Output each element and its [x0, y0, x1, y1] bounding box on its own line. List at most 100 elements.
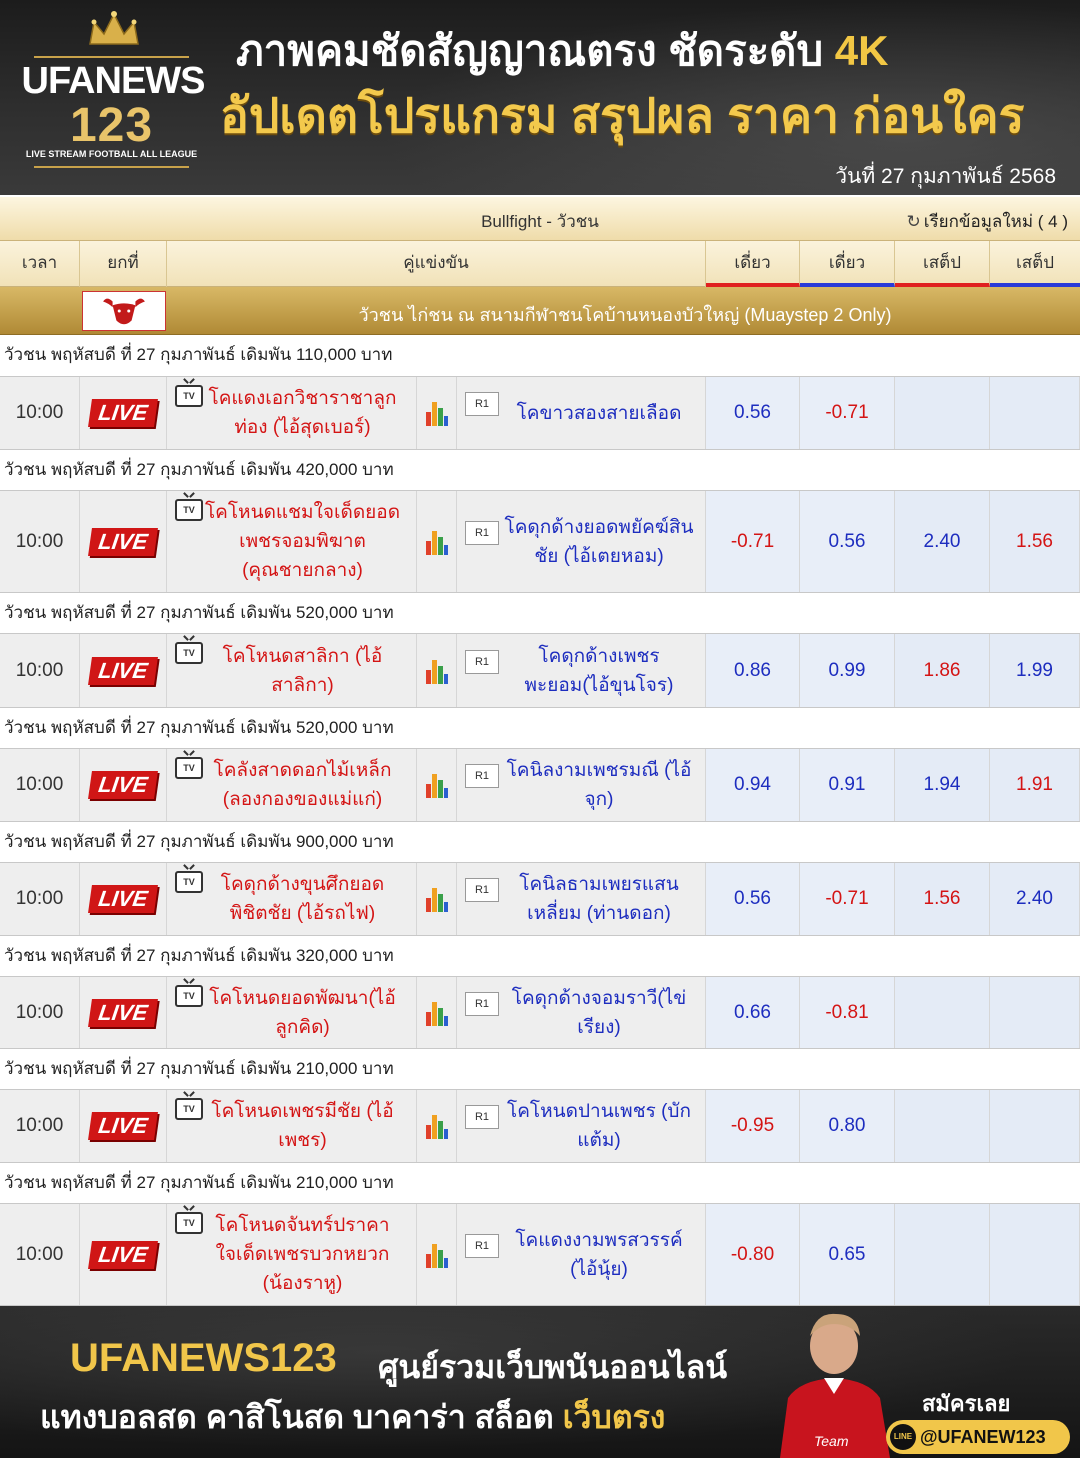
headline-sub: อัปเดตโปรแกรม สรุปผล ราคา ก่อนใคร — [220, 90, 1025, 143]
stats-chart-icon[interactable] — [425, 658, 448, 684]
live-button[interactable]: LIVE — [88, 656, 158, 685]
tv-icon[interactable]: TV — [175, 871, 203, 893]
away-team-name[interactable]: โคขาวสองสายเลือด — [501, 377, 697, 449]
odd-single-1[interactable]: 0.66 — [706, 977, 800, 1048]
odd-single-2[interactable]: 0.56 — [800, 491, 895, 592]
home-team-name[interactable]: โคลังสาดดอกไม้เหล็ก (ลองกองของแม่แก่) — [203, 749, 402, 821]
odd-single-2[interactable]: 0.99 — [800, 634, 895, 707]
home-team-name[interactable]: โคดุกด้างขุนศึกยอดพิชิตชัย (ไอ้รถไฟ) — [203, 863, 402, 935]
odd-single-2[interactable]: 0.80 — [800, 1090, 895, 1162]
odd-single-2[interactable]: -0.71 — [800, 377, 895, 449]
live-button[interactable]: LIVE — [88, 998, 158, 1027]
match-group-label: วัวชน พฤหัสบดี ที่ 27 กุมภาพันธ์ เดิมพัน… — [0, 450, 1080, 490]
odd-step-1[interactable]: 1.86 — [895, 634, 990, 707]
tv-icon[interactable]: TV — [175, 385, 203, 407]
odd-single-2[interactable]: 0.65 — [800, 1204, 895, 1305]
stats-chart-icon[interactable] — [425, 1113, 448, 1139]
odd-step-1[interactable]: 1.56 — [895, 863, 990, 935]
odd-step-2[interactable] — [990, 977, 1080, 1048]
odd-step-1[interactable]: 2.40 — [895, 491, 990, 592]
away-team-name[interactable]: โคแดงงามพรสวรรค์ (ไอ้นุ้ย) — [501, 1204, 697, 1305]
live-cell: LIVE — [80, 863, 167, 935]
odd-step-2[interactable] — [990, 1204, 1080, 1305]
site-logo[interactable]: UFANEWS 123 LIVE STREAM FOOTBALL ALL LEA… — [14, 10, 209, 185]
odd-single-2[interactable]: -0.71 — [800, 863, 895, 935]
match-row[interactable]: 10:00 LIVE TV โคลังสาดดอกไม้เหล็ก (ลองกองขอ… — [0, 748, 1080, 822]
odd-single-1[interactable]: 0.86 — [706, 634, 800, 707]
odd-single-1[interactable]: -0.80 — [706, 1204, 800, 1305]
away-team-name[interactable]: โคโหนดปานเพชร (บักแต้ม) — [501, 1090, 697, 1162]
home-team-cell: TV โคโหนดเพชรมีชัย (ไอ้เพชร) — [167, 1090, 417, 1162]
live-cell: LIVE — [80, 749, 167, 821]
live-button[interactable]: LIVE — [88, 399, 158, 427]
tv-icon[interactable]: TV — [175, 757, 203, 779]
stats-chart-icon[interactable] — [425, 1000, 448, 1026]
home-team-name[interactable]: โคโหนดยอดพัฒนา(ไอ้ลูกคิด) — [203, 977, 402, 1048]
match-row[interactable]: 10:00 LIVE TV โคโหนดสาลิกา (ไอ้สาลิกา) R1 โคด… — [0, 633, 1080, 708]
live-button[interactable]: LIVE — [88, 527, 158, 556]
headline-main: ภาพคมชัดสัญญาณตรง ชัดระดับ 4K — [236, 18, 889, 84]
home-team-name[interactable]: โคโหนดจันทร์ปราคาใจเด็ดเพชรบวกหยวก (น้อง… — [203, 1204, 402, 1305]
bottom-banner[interactable]: UFANEWS123 ศูนย์รวมเว็บพนันออนไลน์ แทงบอ… — [0, 1306, 1080, 1458]
match-row[interactable]: 10:00 LIVE TV โคแดงเอกวิชาราชาลูกท่อง (ไอ้ส… — [0, 376, 1080, 450]
line-icon: LINE — [890, 1424, 916, 1450]
column-round: ยกที่ — [80, 241, 167, 287]
home-team-name[interactable]: โคแดงเอกวิชาราชาลูกท่อง (ไอ้สุดเบอร์) — [203, 377, 402, 449]
tv-icon[interactable]: TV — [175, 499, 203, 521]
odd-step-2[interactable] — [990, 377, 1080, 449]
odd-step-1[interactable]: 1.94 — [895, 749, 990, 821]
odd-step-2[interactable]: 1.99 — [990, 634, 1080, 707]
odd-step-1[interactable] — [895, 1204, 990, 1305]
stats-chart-icon[interactable] — [425, 529, 448, 555]
tv-icon[interactable]: TV — [175, 1098, 203, 1120]
column-odd2: เดี่ยว — [800, 241, 895, 287]
live-button[interactable]: LIVE — [88, 885, 158, 913]
odd-step-2[interactable]: 1.91 — [990, 749, 1080, 821]
away-team-cell: R1 โคดุกด้างยอดพยัคฆ์สินชัย (ไอ้เตยหอม) — [457, 491, 706, 592]
round-badge: R1 — [465, 1234, 499, 1258]
tv-icon[interactable]: TV — [175, 642, 203, 664]
odd-single-2[interactable]: 0.91 — [800, 749, 895, 821]
odd-single-1[interactable]: -0.95 — [706, 1090, 800, 1162]
stats-chart-icon[interactable] — [425, 400, 448, 426]
match-row[interactable]: 10:00 LIVE TV โคโหนดยอดพัฒนา(ไอ้ลูกคิด) R1 โค… — [0, 976, 1080, 1049]
league-row[interactable]: วัวชน ไก่ชน ณ สนามกีฬาชนโคบ้านหนองบัวใหญ… — [0, 287, 1080, 335]
away-team-name[interactable]: โคนิลธามเพยรแสนเหลี่ยม (ท่านดอก) — [501, 863, 697, 935]
odd-single-2[interactable]: -0.81 — [800, 977, 895, 1048]
home-team-name[interactable]: โคโหนดเพชรมีชัย (ไอ้เพชร) — [203, 1090, 402, 1162]
match-row[interactable]: 10:00 LIVE TV โคโหนดแชมใจเด็ดยอดเพชรจอมพิฆา… — [0, 490, 1080, 593]
stats-chart-icon[interactable] — [425, 772, 448, 798]
away-team-name[interactable]: โคนิลงามเพชรมณี (ไอ้จุก) — [501, 749, 697, 821]
odd-single-1[interactable]: -0.71 — [706, 491, 800, 592]
odd-step-1[interactable] — [895, 977, 990, 1048]
tv-icon[interactable]: TV — [175, 985, 203, 1007]
odd-step-2[interactable]: 1.56 — [990, 491, 1080, 592]
stats-chart-icon[interactable] — [425, 1242, 448, 1268]
odd-step-1[interactable] — [895, 1090, 990, 1162]
match-row[interactable]: 10:00 LIVE TV โคโหนดจันทร์ปราคาใจเด็ดเพชรบว… — [0, 1203, 1080, 1306]
match-row[interactable]: 10:00 LIVE TV โคดุกด้างขุนศึกยอดพิชิตชัย (ไ… — [0, 862, 1080, 936]
tv-icon[interactable]: TV — [175, 1212, 203, 1234]
match-time: 10:00 — [0, 863, 80, 935]
line-contact-button[interactable]: LINE @UFANEW123 — [886, 1420, 1070, 1454]
odd-single-1[interactable]: 0.56 — [706, 863, 800, 935]
odd-step-2[interactable] — [990, 1090, 1080, 1162]
live-button[interactable]: LIVE — [88, 1112, 158, 1140]
away-team-name[interactable]: โคดุกด้างยอดพยัคฆ์สินชัย (ไอ้เตยหอม) — [501, 491, 697, 592]
home-team-name[interactable]: โคโหนดสาลิกา (ไอ้สาลิกา) — [203, 634, 402, 707]
signup-label[interactable]: สมัครเลย — [922, 1386, 1010, 1421]
live-cell: LIVE — [80, 1090, 167, 1162]
stats-chart-icon[interactable] — [425, 886, 448, 912]
odd-step-1[interactable] — [895, 377, 990, 449]
live-button[interactable]: LIVE — [88, 771, 158, 799]
home-team-name[interactable]: โคโหนดแชมใจเด็ดยอดเพชรจอมพิฆาต (คุณชายกล… — [203, 491, 402, 592]
odd-single-1[interactable]: 0.94 — [706, 749, 800, 821]
odd-step-2[interactable]: 2.40 — [990, 863, 1080, 935]
match-row[interactable]: 10:00 LIVE TV โคโหนดเพชรมีชัย (ไอ้เพชร) R1 โค… — [0, 1089, 1080, 1163]
odd-single-1[interactable]: 0.56 — [706, 377, 800, 449]
live-button[interactable]: LIVE — [88, 1240, 158, 1269]
away-team-name[interactable]: โคดุกด้างจอมราวี(ไข่เรียง) — [501, 977, 697, 1048]
refresh-icon: ↻ — [906, 212, 921, 231]
away-team-name[interactable]: โคดุกด้างเพชรพะยอม(ไอ้ขุนโจร) — [501, 634, 697, 707]
refresh-button[interactable]: ↻ เรียกข้อมูลใหม่ ( 4 ) — [906, 208, 1068, 235]
